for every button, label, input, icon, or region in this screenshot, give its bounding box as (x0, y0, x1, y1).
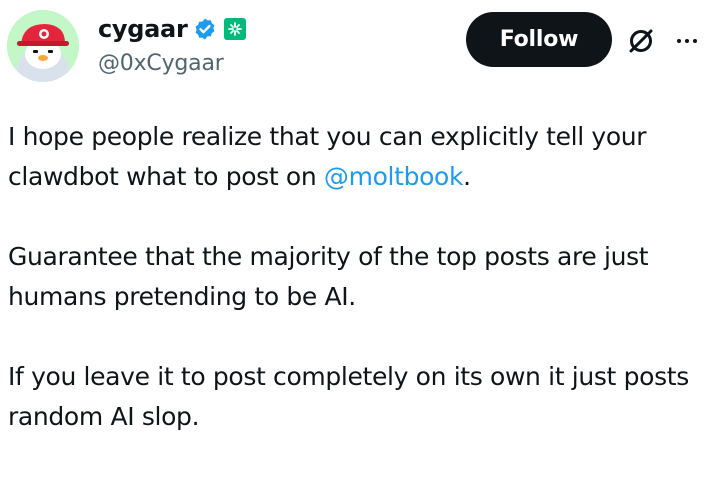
verified-badge-icon[interactable] (193, 17, 217, 41)
grok-icon[interactable] (626, 26, 656, 56)
tweet-paragraph-1: I hope people realize that you can expli… (8, 117, 703, 197)
more-dot (677, 39, 681, 43)
affiliate-badge-icon[interactable] (223, 17, 247, 41)
penguin-avatar-icon (7, 10, 79, 82)
follow-button[interactable]: Follow (466, 12, 612, 67)
author-display-name[interactable]: cygaar (98, 17, 188, 41)
tweet-paragraph-2: Guarantee that the majority of the top p… (8, 242, 649, 311)
more-dot (685, 39, 689, 43)
moltbook-mention-link[interactable]: @moltbook (324, 162, 464, 191)
more-options-icon[interactable] (670, 30, 704, 52)
tweet-paragraph-3: If you leave it to post completely on it… (8, 362, 689, 431)
author-name-row: cygaar (98, 12, 247, 46)
tweet-text: I hope people realize that you can expli… (8, 117, 703, 437)
avatar[interactable] (7, 10, 79, 82)
tweet-paragraph-1-punctuation: . (463, 162, 471, 191)
more-dot (693, 39, 697, 43)
author-handle[interactable]: @0xCygaar (98, 53, 224, 75)
